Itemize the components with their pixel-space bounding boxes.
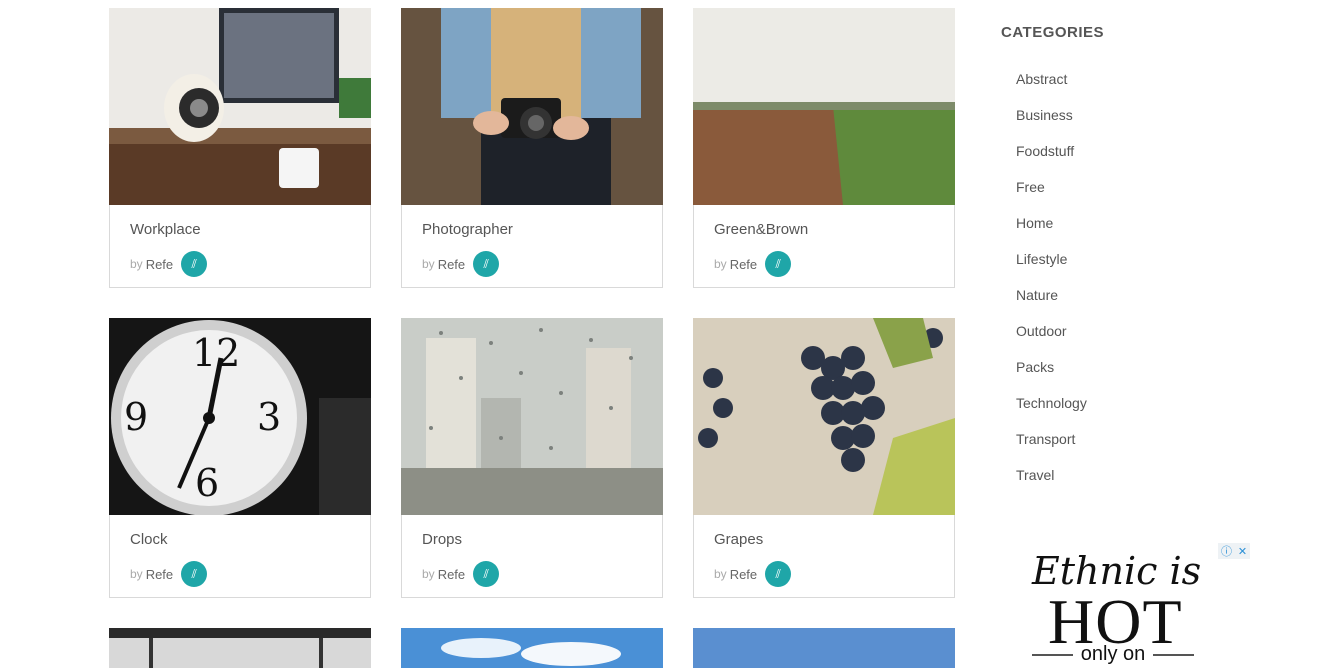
photo-card-clock[interactable]: 12 3 9 6 Clock by Refe ⫽ (109, 318, 371, 598)
ad-tagline: only on (1032, 643, 1194, 664)
by-label: by (714, 567, 727, 581)
photo-meta: by Refe ⫽ (130, 251, 208, 277)
author-link[interactable]: Refe (146, 567, 173, 582)
info-icon[interactable]: ⓘ (1221, 543, 1232, 559)
category-link-free[interactable]: Free (1016, 178, 1087, 214)
photo-title[interactable]: Grapes (714, 531, 763, 548)
photo-title[interactable]: Photographer (422, 221, 513, 238)
svg-text:3: 3 (257, 395, 281, 439)
photo-meta: by Refe ⫽ (422, 561, 500, 587)
photo-thumbnail[interactable] (401, 8, 663, 205)
author-link[interactable]: Refe (730, 567, 757, 582)
author-avatar-icon[interactable]: ⫽ (181, 561, 208, 587)
svg-text:9: 9 (124, 395, 148, 439)
photo-thumbnail-partial[interactable] (109, 628, 371, 668)
photo-title[interactable]: Workplace (130, 221, 201, 238)
category-link-technology[interactable]: Technology (1016, 394, 1087, 430)
photo-thumbnail[interactable] (693, 8, 955, 205)
category-link-transport[interactable]: Transport (1016, 430, 1087, 466)
by-label: by (130, 567, 143, 581)
by-label: by (422, 257, 435, 271)
photo-title[interactable]: Green&Brown (714, 221, 808, 238)
author-avatar-icon[interactable]: ⫽ (765, 251, 792, 277)
close-icon[interactable]: ✕ (1238, 545, 1247, 558)
photo-card-photographer[interactable]: Photographer by Refe ⫽ (401, 8, 663, 288)
category-link-abstract[interactable]: Abstract (1016, 70, 1087, 106)
author-avatar-icon[interactable]: ⫽ (765, 561, 792, 587)
category-link-foodstuff[interactable]: Foodstuff (1016, 142, 1087, 178)
author-avatar-icon[interactable]: ⫽ (473, 251, 500, 277)
photo-thumbnail[interactable] (109, 8, 371, 205)
photo-thumbnail[interactable] (401, 318, 663, 515)
photo-card-workplace[interactable]: Workplace by Refe ⫽ (109, 8, 371, 288)
ad-choices[interactable]: ⓘ ✕ (1218, 543, 1250, 559)
category-link-travel[interactable]: Travel (1016, 466, 1087, 502)
ad-tagline-text: only on (1080, 643, 1146, 664)
photo-title[interactable]: Clock (130, 531, 168, 548)
svg-text:6: 6 (195, 461, 219, 505)
photo-meta: by Refe ⫽ (714, 251, 792, 277)
category-link-home[interactable]: Home (1016, 214, 1087, 250)
category-list: Abstract Business Foodstuff Free Home Li… (1016, 70, 1087, 502)
category-link-business[interactable]: Business (1016, 106, 1087, 142)
by-label: by (130, 257, 143, 271)
photo-title[interactable]: Drops (422, 531, 462, 548)
photo-thumbnail[interactable]: 12 3 9 6 (109, 318, 371, 515)
author-avatar-icon[interactable]: ⫽ (473, 561, 500, 587)
categories-heading: CATEGORIES (1001, 24, 1105, 41)
photo-thumbnail-partial[interactable] (693, 628, 955, 668)
photo-meta: by Refe ⫽ (130, 561, 208, 587)
author-link[interactable]: Refe (438, 257, 465, 272)
category-link-outdoor[interactable]: Outdoor (1016, 322, 1087, 358)
advertisement-banner[interactable]: ⓘ ✕ Ethnic is HOT only on (1020, 543, 1250, 664)
photo-thumbnail[interactable] (693, 318, 955, 515)
category-link-packs[interactable]: Packs (1016, 358, 1087, 394)
author-link[interactable]: Refe (730, 257, 757, 272)
author-avatar-icon[interactable]: ⫽ (181, 251, 208, 277)
photo-meta: by Refe ⫽ (714, 561, 792, 587)
photo-card-grapes[interactable]: Grapes by Refe ⫽ (693, 318, 955, 598)
by-label: by (422, 567, 435, 581)
by-label: by (714, 257, 727, 271)
photo-meta: by Refe ⫽ (422, 251, 500, 277)
category-link-nature[interactable]: Nature (1016, 286, 1087, 322)
photo-card-green-brown[interactable]: Green&Brown by Refe ⫽ (693, 8, 955, 288)
category-link-lifestyle[interactable]: Lifestyle (1016, 250, 1087, 286)
photo-card-drops[interactable]: Drops by Refe ⫽ (401, 318, 663, 598)
author-link[interactable]: Refe (438, 567, 465, 582)
author-link[interactable]: Refe (146, 257, 173, 272)
photo-thumbnail-partial[interactable] (401, 628, 663, 668)
svg-text:12: 12 (192, 331, 240, 375)
